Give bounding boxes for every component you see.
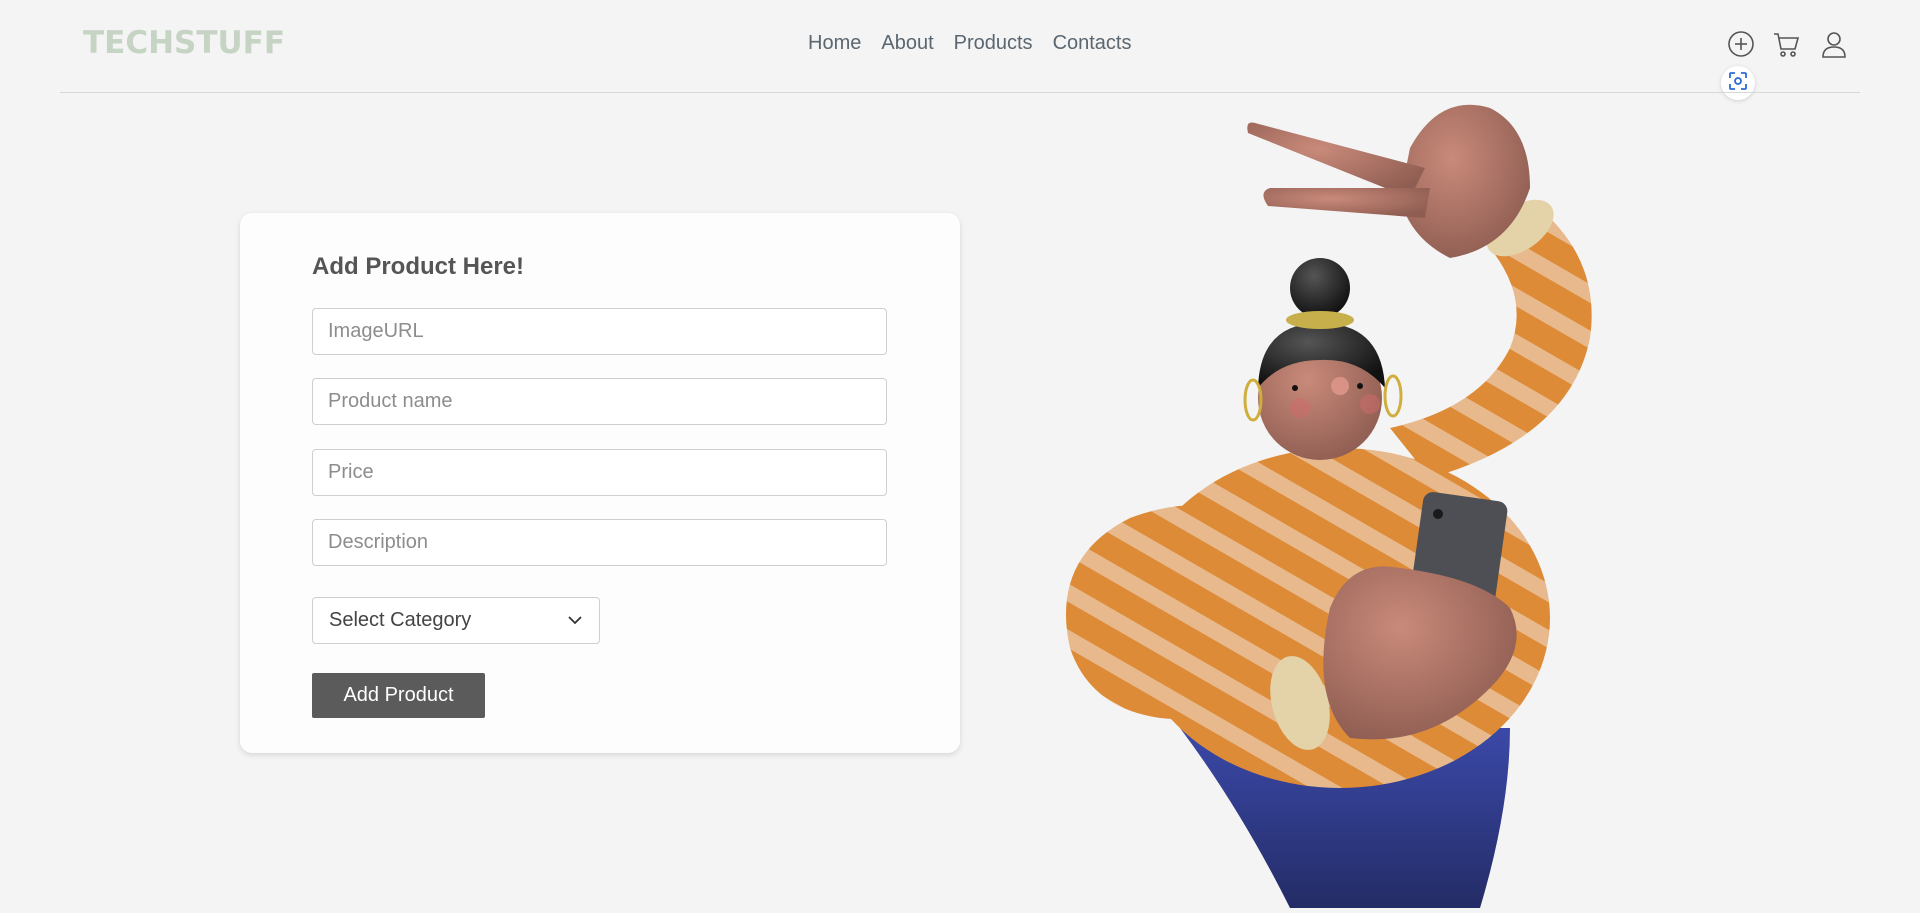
category-select-value: Select Category bbox=[329, 609, 472, 631]
description-input[interactable] bbox=[312, 519, 887, 566]
nav-about[interactable]: About bbox=[881, 32, 933, 55]
site-header: TECHSTUFF Home About Products Contacts bbox=[0, 0, 1920, 100]
form-title: Add Product Here! bbox=[312, 253, 525, 280]
site-logo[interactable]: TECHSTUFF bbox=[83, 25, 285, 61]
cart-icon[interactable] bbox=[1772, 30, 1800, 63]
main-nav: Home About Products Contacts bbox=[808, 32, 1132, 55]
add-product-card: Add Product Here! Select Category Add Pr… bbox=[240, 213, 960, 753]
nav-home[interactable]: Home bbox=[808, 32, 861, 55]
category-select[interactable]: Select Category bbox=[312, 597, 600, 644]
hero-illustration bbox=[1010, 88, 1750, 908]
chevron-down-icon bbox=[567, 612, 583, 630]
nav-contacts[interactable]: Contacts bbox=[1053, 32, 1132, 55]
nav-products[interactable]: Products bbox=[954, 32, 1033, 55]
image-url-input[interactable] bbox=[312, 308, 887, 355]
add-circle-icon[interactable] bbox=[1727, 30, 1755, 63]
product-name-input[interactable] bbox=[312, 378, 887, 425]
header-actions bbox=[1724, 30, 1854, 60]
user-icon[interactable] bbox=[1820, 30, 1848, 63]
price-input[interactable] bbox=[312, 449, 887, 496]
add-product-button[interactable]: Add Product bbox=[312, 673, 485, 718]
